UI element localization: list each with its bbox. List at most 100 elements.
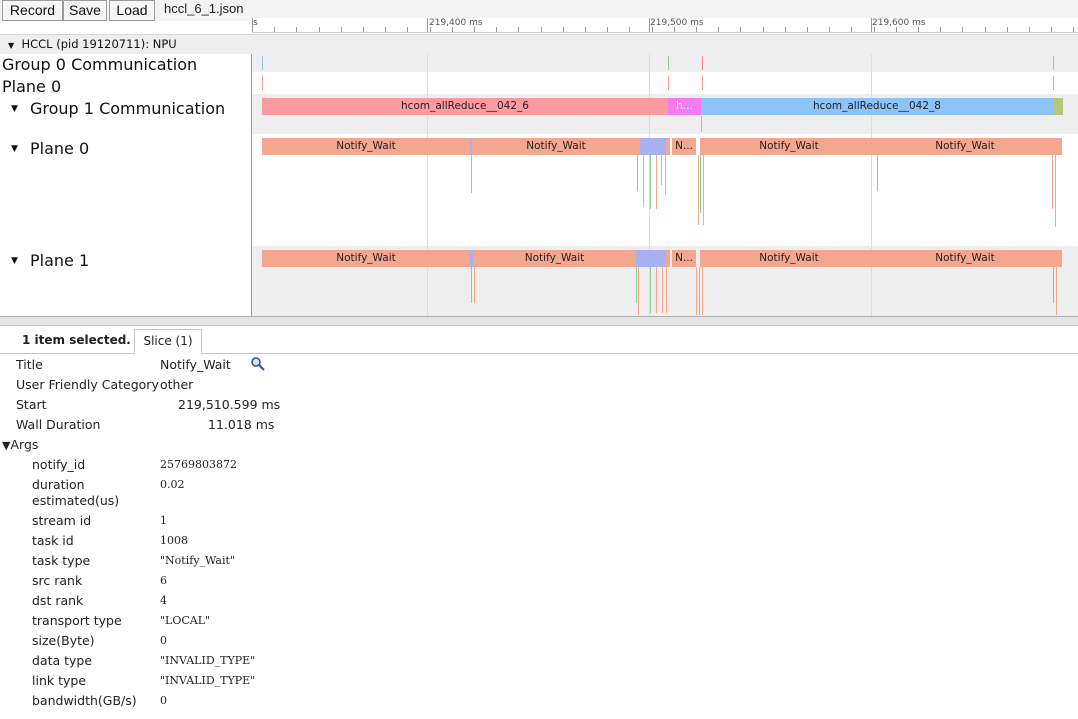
event-mark[interactable] — [1055, 155, 1056, 227]
slice-sliver[interactable] — [666, 138, 670, 155]
track-label-plane1[interactable]: Plane 1 — [30, 251, 89, 270]
arg-value: 1 — [160, 514, 167, 527]
tab-slice[interactable]: Slice (1) — [134, 329, 202, 354]
slice-sliver[interactable] — [1052, 138, 1062, 155]
event-mark[interactable] — [638, 267, 639, 315]
ruler-minor-tick — [518, 27, 520, 32]
event-mark[interactable] — [262, 76, 263, 90]
event-mark[interactable] — [637, 155, 638, 191]
track-band-plane0-top — [252, 72, 1078, 94]
args-label: Args — [10, 437, 39, 452]
slice-sliver[interactable] — [640, 138, 666, 155]
slice-notify-wait[interactable]: Notify_Wait — [473, 250, 636, 267]
event-mark[interactable] — [656, 267, 657, 313]
process-name: HCCL (pid 19120711): NPU — [21, 37, 177, 51]
slice-short[interactable]: N... — [672, 138, 696, 155]
ruler-minor-tick — [451, 27, 453, 32]
search-icon[interactable] — [250, 356, 266, 372]
ruler-minor-tick — [984, 27, 986, 32]
expand-triangle-icon[interactable]: ▼ — [8, 41, 14, 50]
event-mark[interactable] — [877, 155, 878, 191]
panel-splitter[interactable] — [0, 316, 1078, 326]
timeline-tracks[interactable]: hcom_allReduce__042_6 h... hcom_allReduc… — [252, 54, 1078, 316]
arg-value: 25769803872 — [160, 458, 237, 471]
slice-notify-wait[interactable]: Notify_Wait — [472, 138, 640, 155]
event-mark[interactable] — [700, 155, 701, 213]
event-mark[interactable] — [701, 116, 702, 132]
event-mark[interactable] — [661, 155, 662, 185]
event-mark[interactable] — [702, 56, 703, 70]
collapse-triangle-icon[interactable]: ▼ — [11, 104, 18, 114]
slice-allreduce-8[interactable]: hcom_allReduce__042_8 — [701, 98, 1053, 115]
event-mark[interactable] — [650, 267, 651, 313]
ruler-major-tick — [649, 18, 650, 32]
detail-key-category: User Friendly Category — [16, 377, 159, 392]
args-header[interactable]: ▼Args — [2, 437, 38, 452]
collapse-triangle-icon[interactable]: ▼ — [11, 256, 18, 266]
event-mark[interactable] — [1053, 267, 1054, 303]
arg-value: 0.02 — [160, 478, 185, 491]
event-mark[interactable] — [471, 267, 472, 303]
slice-notify-wait[interactable]: Notify_Wait — [878, 250, 1052, 267]
ruler-minor-tick — [1029, 27, 1030, 32]
track-label-plane0[interactable]: Plane 0 — [30, 139, 89, 158]
ruler-minor-tick — [629, 27, 631, 32]
slice-notify-wait[interactable]: Notify_Wait — [878, 138, 1052, 155]
ruler-minor-tick — [318, 27, 320, 32]
event-mark[interactable] — [662, 267, 663, 313]
event-mark[interactable] — [698, 155, 699, 225]
event-mark[interactable] — [703, 155, 704, 225]
slice-notify-wait[interactable]: Notify_Wait — [700, 250, 878, 267]
event-mark[interactable] — [668, 56, 669, 70]
process-label: ▼ HCCL (pid 19120711): NPU — [8, 37, 177, 51]
event-mark[interactable] — [1052, 155, 1053, 209]
event-mark[interactable] — [656, 155, 657, 209]
slice-sliver[interactable] — [666, 250, 670, 267]
save-button[interactable]: Save — [63, 0, 107, 21]
ruler-minor-tick — [607, 27, 609, 32]
collapse-triangle-icon[interactable]: ▼ — [11, 144, 18, 154]
load-button[interactable]: Load — [109, 0, 155, 21]
file-name: hccl_6_1.json — [164, 1, 244, 16]
event-mark[interactable] — [474, 267, 475, 303]
ruler-minor-tick — [873, 27, 875, 32]
slice-notify-wait[interactable]: Notify_Wait — [700, 138, 878, 155]
event-mark[interactable] — [1053, 56, 1054, 70]
slice-allreduce-6[interactable]: hcom_allReduce__042_6 — [262, 98, 668, 115]
track-label-plane0-group0: Plane 0 — [2, 77, 62, 96]
time-ruler[interactable]: s 219,400 ms 219,500 ms 219,600 ms — [252, 18, 1078, 33]
ruler-minor-tick — [385, 27, 387, 32]
event-mark[interactable] — [1056, 267, 1057, 315]
event-mark[interactable] — [668, 76, 669, 90]
slice-notify-wait[interactable]: Notify_Wait — [262, 250, 470, 267]
event-mark[interactable] — [696, 267, 697, 315]
event-mark[interactable] — [471, 155, 472, 193]
ruler-minor-tick — [940, 27, 942, 32]
details-tab-bar: 1 item selected. Slice (1) — [0, 326, 1078, 354]
slice-short[interactable]: h... — [668, 98, 701, 115]
event-mark[interactable] — [650, 155, 651, 209]
event-mark[interactable] — [699, 267, 700, 315]
slice-sliver[interactable] — [636, 250, 666, 267]
detail-value-duration: 11.018 ms — [208, 417, 275, 432]
arg-value: 6 — [160, 574, 167, 587]
event-mark[interactable] — [702, 76, 703, 90]
event-mark[interactable] — [636, 267, 637, 303]
slice-short[interactable]: N... — [672, 250, 696, 267]
event-mark[interactable] — [1053, 76, 1054, 90]
event-mark[interactable] — [262, 56, 263, 70]
slice-sliver[interactable] — [1052, 250, 1062, 267]
slice-tail[interactable] — [1053, 98, 1063, 115]
event-mark[interactable] — [666, 267, 667, 313]
event-mark[interactable] — [665, 155, 666, 195]
record-button[interactable]: Record — [2, 0, 63, 21]
track-label-group1[interactable]: Group 1 Communication — [30, 99, 225, 118]
process-header[interactable]: ▼ HCCL (pid 19120711): NPU — [0, 34, 1078, 55]
ruler-label-fragment: s — [253, 18, 258, 28]
ruler-minor-tick — [851, 27, 853, 32]
slice-notify-wait[interactable]: Notify_Wait — [262, 138, 470, 155]
event-mark[interactable] — [643, 155, 644, 207]
detail-value-category: other — [160, 377, 194, 392]
arg-key: task type — [32, 553, 91, 568]
event-mark[interactable] — [702, 267, 703, 315]
